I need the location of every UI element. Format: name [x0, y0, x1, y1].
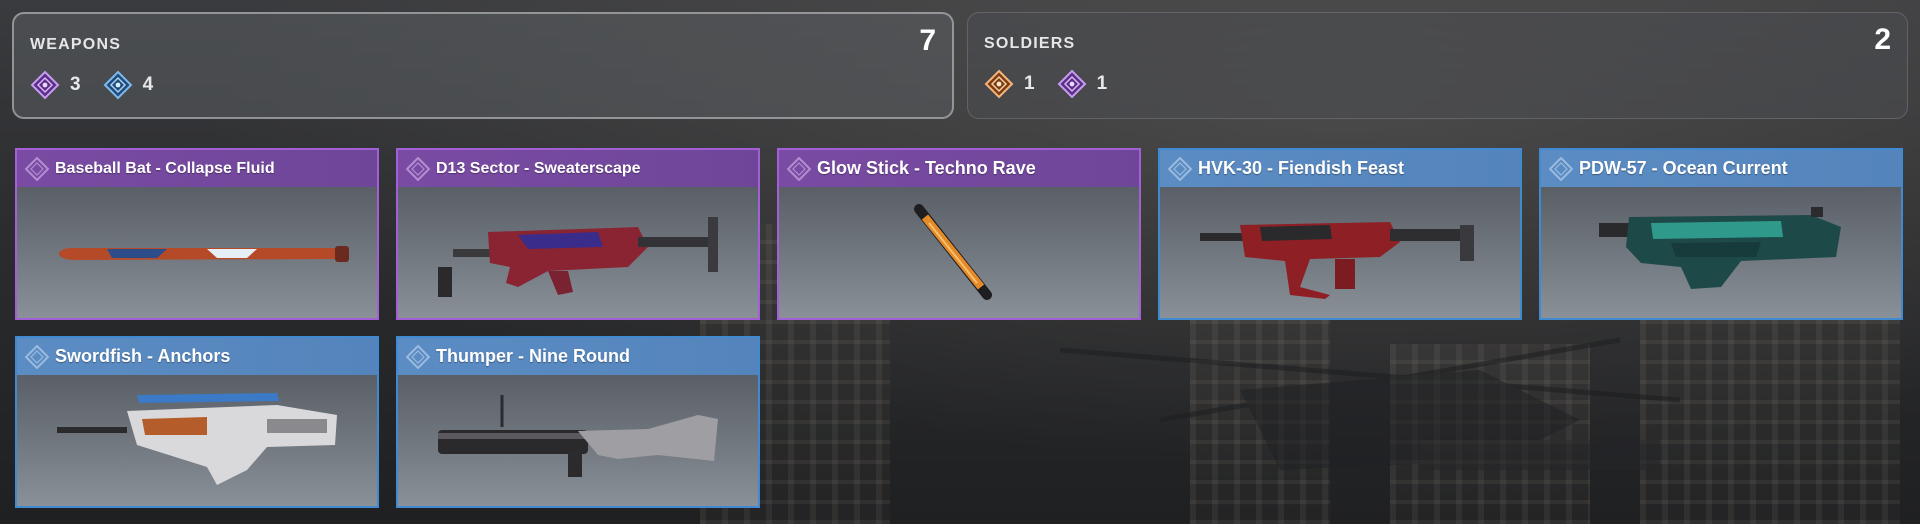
epic-rarity-icon	[1057, 69, 1086, 99]
weapons-epic-count: 3	[30, 70, 81, 100]
rare-rarity-icon	[1168, 156, 1192, 181]
thumper-image	[438, 395, 718, 477]
soldiers-legendary-count: 1	[984, 69, 1035, 99]
weapons-rare-count: 4	[103, 70, 153, 100]
epic-rarity-icon	[406, 156, 430, 181]
weapons-title: WEAPONS	[30, 36, 122, 53]
soldiers-summary-panel: SOLDIERS 2 1 1	[967, 12, 1908, 119]
item-card-pdw-57[interactable]: PDW-57 - Ocean Current	[1539, 148, 1903, 320]
item-card-d13-sector[interactable]: D13 Sector - Sweaterscape	[396, 148, 760, 320]
glow-stick-image	[914, 204, 992, 300]
item-card-thumper[interactable]: Thumper - Nine Round	[396, 336, 760, 508]
item-name: Thumper - Nine Round	[436, 346, 630, 366]
epic-rarity-icon	[787, 156, 811, 181]
item-name: PDW-57 - Ocean Current	[1579, 158, 1788, 178]
rare-rarity-icon	[1549, 156, 1573, 181]
soldiers-epic-count: 1	[1057, 69, 1107, 99]
legendary-rarity-icon	[984, 69, 1014, 99]
item-card-baseball-bat[interactable]: Baseball Bat - Collapse Fluid	[15, 148, 379, 320]
swordfish-image	[57, 393, 337, 485]
item-card-glow-stick[interactable]: Glow Stick - Techno Rave	[777, 148, 1141, 320]
d13-sector-image	[438, 217, 718, 297]
rare-rarity-icon	[25, 344, 49, 369]
rare-rarity-icon	[103, 70, 132, 100]
item-name: Baseball Bat - Collapse Fluid	[55, 159, 275, 177]
helicopter-silhouette	[1060, 337, 1680, 470]
hvk-30-image	[1200, 222, 1474, 299]
pdw-57-image	[1599, 207, 1841, 289]
item-name: Glow Stick - Techno Rave	[817, 158, 1036, 178]
item-card-hvk-30[interactable]: HVK-30 - Fiendish Feast	[1158, 148, 1522, 320]
epic-rarity-icon	[30, 70, 60, 100]
item-name: D13 Sector - Sweaterscape	[436, 159, 641, 177]
epic-rarity-icon	[25, 156, 49, 181]
weapons-summary-panel: WEAPONS 7 3 4	[12, 12, 954, 119]
soldiers-title: SOLDIERS	[984, 35, 1076, 52]
item-card-swordfish[interactable]: Swordfish - Anchors	[15, 336, 379, 508]
item-name: HVK-30 - Fiendish Feast	[1198, 158, 1405, 178]
soldiers-total-count: 2	[1874, 23, 1891, 56]
item-name: Swordfish - Anchors	[55, 346, 231, 366]
baseball-bat-image	[59, 246, 349, 262]
rare-rarity-icon	[406, 344, 430, 369]
weapons-total-count: 7	[919, 24, 936, 57]
